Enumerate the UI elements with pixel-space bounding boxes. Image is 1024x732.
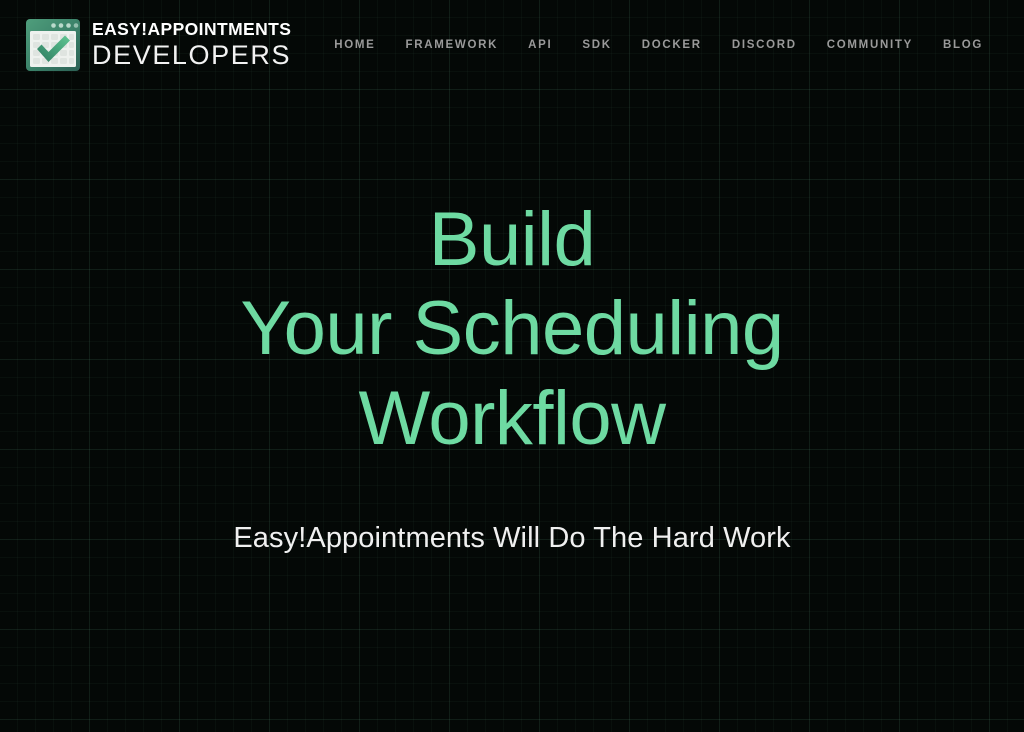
nav-item-discord[interactable]: DISCORD: [717, 33, 812, 57]
nav-item-docker[interactable]: DOCKER: [627, 33, 717, 57]
site-header: EASY!APPOINTMENTS DEVELOPERS HOME FRAMEW…: [0, 0, 1024, 90]
nav-item-home[interactable]: HOME: [319, 33, 390, 57]
hero-title-line-3: Workflow: [358, 375, 666, 461]
brand-logo-link[interactable]: EASY!APPOINTMENTS DEVELOPERS: [24, 16, 291, 74]
page-title: Build Your Scheduling Workflow: [240, 195, 784, 464]
nav-item-framework[interactable]: FRAMEWORK: [391, 33, 514, 57]
nav-item-community[interactable]: COMMUNITY: [812, 33, 928, 57]
brand-text: EASY!APPOINTMENTS DEVELOPERS: [92, 21, 291, 69]
hero-section: Build Your Scheduling Workflow Easy!Appo…: [0, 90, 1024, 732]
main-navigation: HOME FRAMEWORK API SDK DOCKER DISCORD CO…: [319, 33, 998, 57]
hero-subtitle: Easy!Appointments Will Do The Hard Work: [233, 521, 791, 554]
nav-item-sdk[interactable]: SDK: [567, 33, 626, 57]
nav-item-api[interactable]: API: [513, 33, 567, 57]
calendar-check-icon: [24, 16, 82, 74]
brand-title: EASY!APPOINTMENTS: [92, 19, 292, 40]
nav-item-blog[interactable]: BLOG: [928, 33, 998, 57]
hero-title-line-1: Build: [428, 196, 596, 282]
brand-subtitle: DEVELOPERS: [92, 39, 292, 70]
page-root: EASY!APPOINTMENTS DEVELOPERS HOME FRAMEW…: [0, 0, 1024, 732]
hero-title-line-2: Your Scheduling: [240, 286, 784, 372]
